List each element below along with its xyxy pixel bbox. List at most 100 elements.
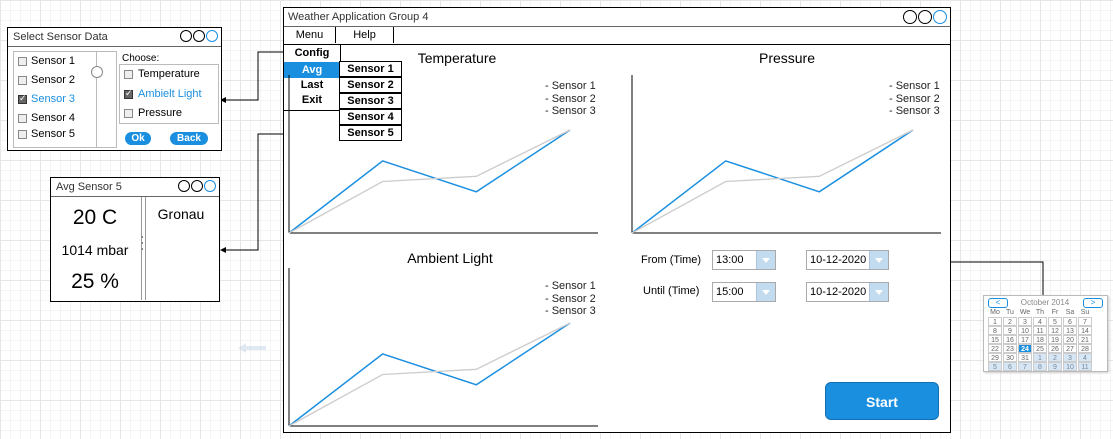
- calendar-day[interactable]: 11: [1078, 362, 1092, 371]
- calendar-day[interactable]: 8: [988, 326, 1002, 335]
- minimize-icon[interactable]: [178, 180, 190, 192]
- calendar-day[interactable]: 8: [1033, 362, 1047, 371]
- back-button[interactable]: Back: [170, 132, 208, 145]
- calendar-day[interactable]: 4: [1033, 317, 1047, 326]
- calendar-day[interactable]: 23: [1003, 344, 1017, 353]
- calendar-day[interactable]: 15: [988, 335, 1002, 344]
- maximize-icon[interactable]: [918, 10, 932, 24]
- calendar-day[interactable]: 2: [1048, 353, 1062, 362]
- calendar-day[interactable]: 10: [1018, 326, 1032, 335]
- checkbox[interactable]: [18, 130, 27, 139]
- calendar-day[interactable]: 6: [1003, 362, 1017, 371]
- sensor-label: Sensor 3: [31, 93, 76, 105]
- chevron-down-icon[interactable]: [756, 251, 775, 269]
- avg-sensor-titlebar: Avg Sensor 5: [51, 178, 219, 197]
- calendar-day[interactable]: 28: [1078, 344, 1092, 353]
- calendar-day[interactable]: 1: [988, 317, 1002, 326]
- calendar-weekday: Th: [1035, 309, 1045, 316]
- calendar-prev-button[interactable]: <: [988, 298, 1008, 308]
- calendar-day[interactable]: 20: [1063, 335, 1077, 344]
- calendar-next-button[interactable]: >: [1083, 298, 1103, 308]
- chevron-down-icon[interactable]: [869, 251, 888, 269]
- window-title: Weather Application Group 4: [288, 11, 429, 23]
- ok-button[interactable]: Ok: [125, 132, 151, 145]
- calendar-day[interactable]: 2: [1003, 317, 1017, 326]
- from-date-picker[interactable]: 10-12-2020: [806, 250, 889, 270]
- calendar-weekday: Sa: [1065, 309, 1075, 316]
- calendar-day[interactable]: 11: [1033, 326, 1047, 335]
- calendar-day[interactable]: 7: [1078, 317, 1092, 326]
- calendar-day[interactable]: 21: [1078, 335, 1092, 344]
- menu-button[interactable]: Menu: [284, 27, 336, 43]
- calendar-day[interactable]: 19: [1048, 335, 1062, 344]
- calendar-day[interactable]: 18: [1033, 335, 1047, 344]
- until-label: Until (Time): [643, 285, 700, 297]
- splitter-handle[interactable]: [141, 236, 144, 266]
- checkbox[interactable]: [18, 57, 27, 66]
- chevron-down-icon[interactable]: [756, 283, 775, 301]
- calendar-day[interactable]: 3: [1063, 353, 1077, 362]
- series-line: [631, 129, 914, 234]
- minimize-icon[interactable]: [180, 30, 192, 42]
- menu-item-config[interactable]: Config: [284, 45, 340, 61]
- chevron-down-icon[interactable]: [869, 283, 888, 301]
- avg-temperature: 20 C: [72, 206, 118, 229]
- help-menu-button[interactable]: Help: [336, 27, 394, 43]
- checkbox[interactable]: [18, 93, 27, 104]
- calendar-day[interactable]: 29: [988, 353, 1002, 362]
- calendar-day[interactable]: 7: [1018, 362, 1032, 371]
- calendar-day[interactable]: 25: [1033, 344, 1047, 353]
- calendar-day[interactable]: 6: [1063, 317, 1077, 326]
- option-label: Temperature: [138, 68, 200, 80]
- chart-title-ambient-light: Ambient Light: [407, 250, 493, 266]
- left-arrow-icon: [238, 343, 266, 353]
- calendar-day[interactable]: 1: [1033, 353, 1047, 362]
- checkbox[interactable]: [124, 88, 133, 99]
- calendar-day[interactable]: 5: [1048, 317, 1062, 326]
- avg-sensor-window: Avg Sensor 5 20 C 1014 mbar 25 % Gronau: [50, 177, 220, 302]
- close-icon[interactable]: [933, 10, 947, 24]
- calendar-day[interactable]: 12: [1048, 326, 1062, 335]
- calendar-day[interactable]: 9: [1003, 326, 1017, 335]
- until-date-value: 10-12-2020: [810, 286, 867, 298]
- calendar-weekday: Fr: [1051, 309, 1059, 316]
- window-title: Select Sensor Data: [13, 31, 108, 43]
- calendar-day[interactable]: 3: [1018, 317, 1032, 326]
- until-time-select[interactable]: 15:00: [712, 282, 776, 302]
- calendar-day[interactable]: 14: [1078, 326, 1092, 335]
- calendar-day[interactable]: 31: [1018, 353, 1032, 362]
- checkbox[interactable]: [124, 109, 133, 118]
- calendar-day[interactable]: 4: [1078, 353, 1092, 362]
- sensor-label: Sensor 4: [31, 112, 76, 124]
- from-time-value: 13:00: [716, 254, 744, 266]
- calendar-day[interactable]: 9: [1048, 362, 1062, 371]
- scrollbar-thumb[interactable]: [91, 66, 103, 78]
- close-icon[interactable]: [204, 180, 216, 192]
- location-label: Gronau: [157, 206, 205, 222]
- ambient-light-chart: [288, 268, 598, 427]
- option-label: Pressure: [138, 107, 183, 119]
- calendar-day[interactable]: 27: [1063, 344, 1077, 353]
- maximize-icon[interactable]: [193, 30, 205, 42]
- calendar-day[interactable]: 17: [1018, 335, 1032, 344]
- from-time-select[interactable]: 13:00: [712, 250, 776, 270]
- calendar-day[interactable]: 13: [1063, 326, 1077, 335]
- until-date-picker[interactable]: 10-12-2020: [806, 282, 889, 302]
- start-button[interactable]: Start: [825, 382, 939, 420]
- calendar-day[interactable]: 26: [1048, 344, 1062, 353]
- calendar-weekday: We: [1019, 309, 1031, 316]
- close-icon[interactable]: [206, 30, 218, 42]
- checkbox[interactable]: [124, 70, 133, 79]
- calendar-day[interactable]: 30: [1003, 353, 1017, 362]
- calendar-day[interactable]: 24: [1018, 344, 1032, 353]
- calendar-day[interactable]: 22: [988, 344, 1002, 353]
- calendar-day[interactable]: 16: [1003, 335, 1017, 344]
- calendar-day[interactable]: 5: [988, 362, 1002, 371]
- checkbox[interactable]: [18, 76, 27, 85]
- minimize-icon[interactable]: [903, 10, 917, 24]
- calendar-day[interactable]: 10: [1063, 362, 1077, 371]
- checkbox[interactable]: [18, 114, 27, 123]
- series-line: [288, 129, 571, 234]
- maximize-icon[interactable]: [191, 180, 203, 192]
- sensor-label: Sensor 5: [31, 128, 76, 140]
